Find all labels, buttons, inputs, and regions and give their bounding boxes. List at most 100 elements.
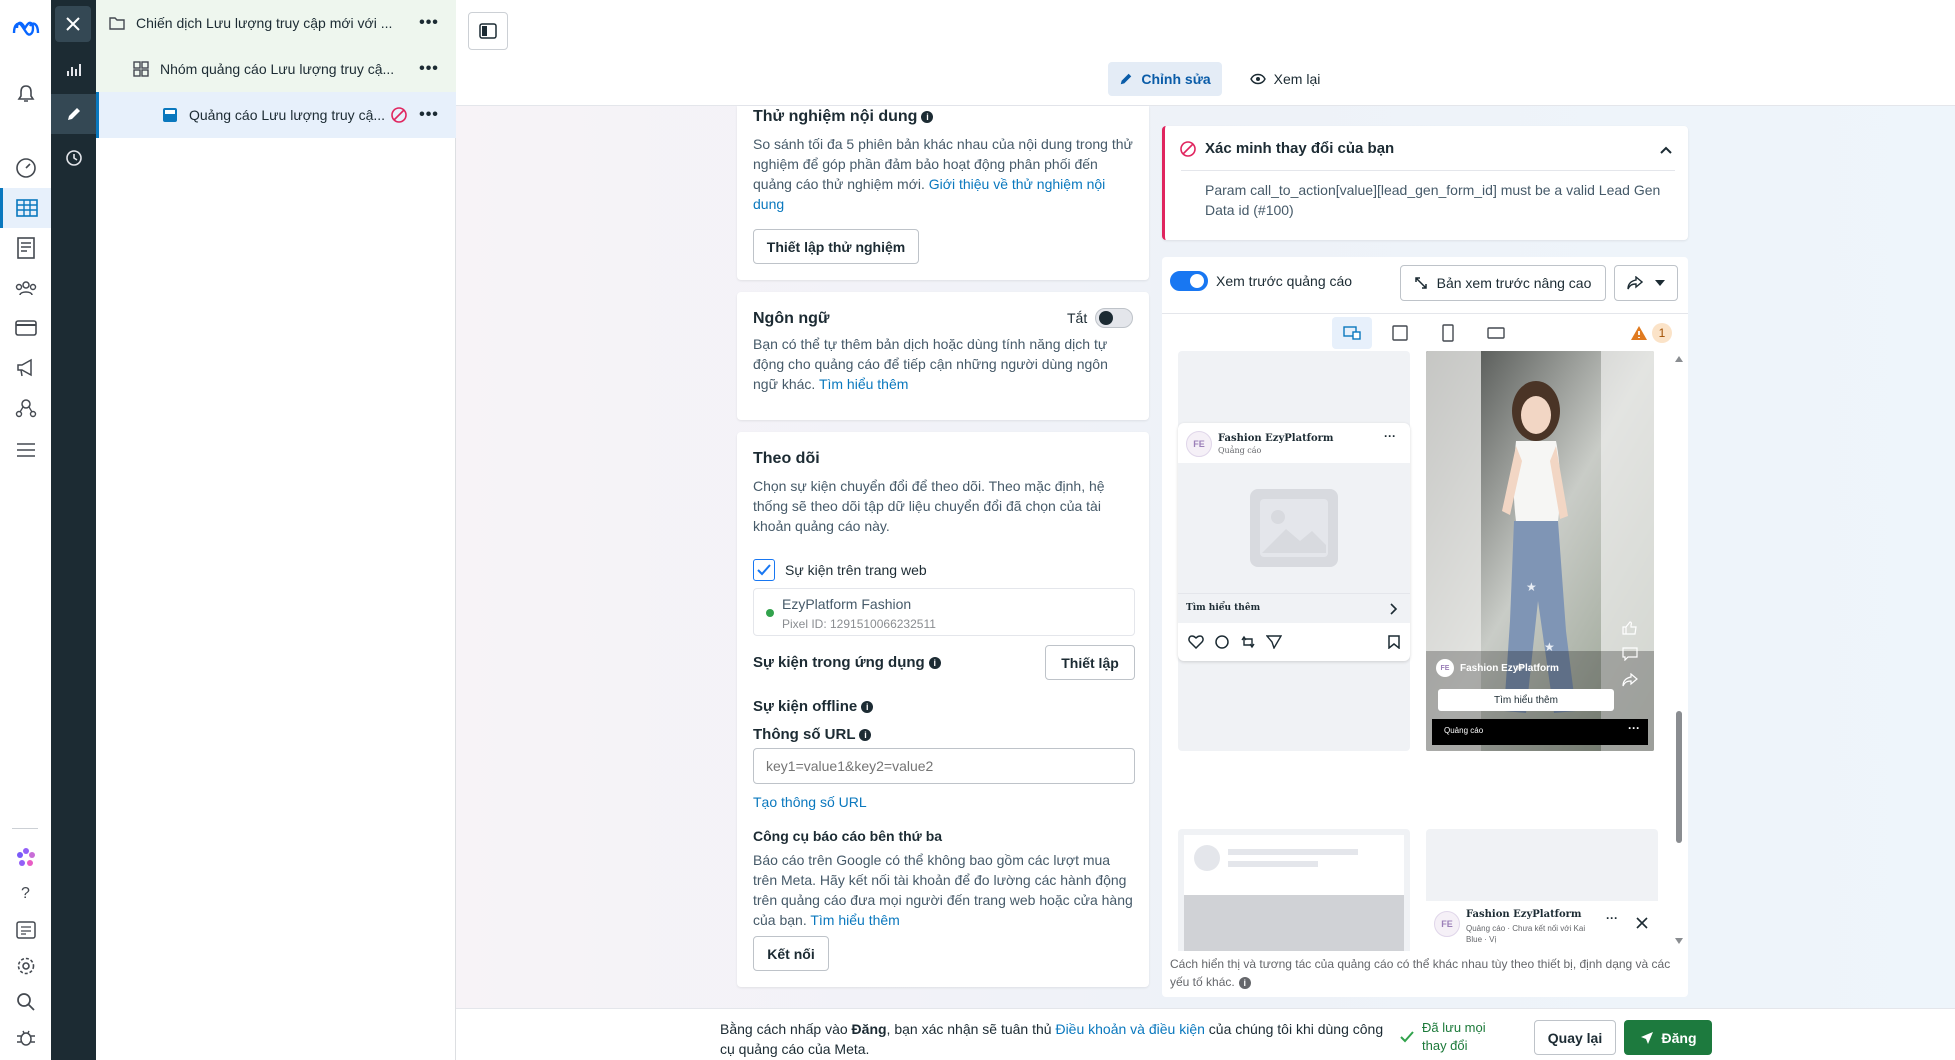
- publish-button[interactable]: Đăng: [1624, 1020, 1712, 1055]
- notifications-icon[interactable]: [0, 74, 51, 114]
- help-icon[interactable]: ?: [0, 874, 51, 914]
- tree-adset[interactable]: Nhóm quảng cáo Lưu lượng truy cậ... •••: [96, 46, 456, 92]
- adset-name: Nhóm quảng cáo Lưu lượng truy cậ...: [160, 61, 395, 77]
- language-toggle[interactable]: [1095, 308, 1133, 328]
- placement-landscape-icon[interactable]: [1476, 317, 1516, 349]
- tree-campaign[interactable]: Chiến dịch Lưu lượng truy cập mới với ..…: [96, 0, 456, 46]
- back-button[interactable]: Quay lại: [1534, 1020, 1616, 1055]
- share-dropdown-button[interactable]: [1614, 265, 1678, 301]
- placement-all-icon[interactable]: [1332, 317, 1372, 349]
- third-party-learn-more[interactable]: Tìm hiểu thêm: [810, 912, 899, 928]
- review-mode-button[interactable]: Xem lại: [1240, 62, 1330, 96]
- grid-icon: [132, 60, 150, 78]
- ad-name: Quảng cáo Lưu lượng truy cậ...: [189, 107, 386, 123]
- placement-feed-icon[interactable]: [1380, 317, 1420, 349]
- scrollbar-thumb[interactable]: [1676, 711, 1682, 843]
- language-card: Ngôn ngữ Tắt Bạn có thể tự thêm bản dịch…: [737, 292, 1149, 420]
- connect-button[interactable]: Kết nối: [753, 936, 829, 971]
- image-placeholder: [1178, 463, 1410, 593]
- placement-story-icon[interactable]: [1428, 317, 1468, 349]
- story-sponsored: Quảng cáo: [1444, 726, 1484, 735]
- language-learn-more-link[interactable]: Tìm hiểu thêm: [819, 376, 908, 392]
- cta-bar[interactable]: Tìm hiểu thêm: [1178, 593, 1410, 623]
- search-icon[interactable]: [0, 982, 51, 1022]
- tracking-title: Theo dõi: [753, 450, 820, 467]
- scroll-down-icon: [1675, 938, 1683, 944]
- settings-gear-icon[interactable]: [0, 946, 51, 986]
- campaigns-table-icon[interactable]: [0, 188, 51, 228]
- page-avatar: FE: [1186, 431, 1212, 457]
- more-options-icon[interactable]: ···: [1384, 429, 1396, 443]
- preview-toggle[interactable]: [1170, 271, 1208, 291]
- story-preview: ★ ★ ★ FE Fashion EzyPlatform Tìm hiểu th…: [1426, 351, 1654, 751]
- offline-events-title: Sự kiện offline i: [753, 698, 874, 715]
- feed-ad-card: FE Fashion EzyPlatform Quảng cáo ··· Tìm…: [1178, 423, 1410, 661]
- share-icon: [1627, 276, 1643, 290]
- business-settings-icon[interactable]: [0, 388, 51, 428]
- chevron-up-icon[interactable]: [1659, 145, 1673, 155]
- pixel-selector[interactable]: EzyPlatform Fashion Pixel ID: 1291510066…: [753, 588, 1135, 636]
- edit-pencil-icon[interactable]: [51, 94, 96, 134]
- divider: [12, 828, 38, 829]
- url-params-title: Thông số URL i: [753, 726, 872, 743]
- warning-count-badge: 1: [1652, 323, 1672, 343]
- preview-footnote: Cách hiển thị và tương tác của quảng cáo…: [1170, 957, 1671, 989]
- consent-text: Bằng cách nhấp vào Đăng, bạn xác nhận sẽ…: [720, 1021, 1384, 1057]
- tree-ad[interactable]: Quảng cáo Lưu lượng truy cậ... •••: [96, 92, 456, 138]
- comment-icon: [1622, 647, 1638, 661]
- meta-ai-icon[interactable]: [0, 838, 51, 878]
- meta-logo-icon[interactable]: [0, 8, 51, 48]
- feed-preview-bg: FE Fashion EzyPlatform Quảng cáo ··· Tìm…: [1178, 351, 1410, 751]
- more-options-icon[interactable]: ···: [1628, 721, 1640, 735]
- reels-avatar: FE: [1434, 911, 1460, 937]
- reels-ad-card: FE Fashion EzyPlatform Quảng cáo · Chưa …: [1426, 901, 1658, 951]
- chevron-right-icon: [1390, 603, 1398, 615]
- saved-status: Đã lưu mọi thay đổi: [1422, 1020, 1486, 1053]
- more-options-icon[interactable]: •••: [416, 106, 442, 124]
- megaphone-icon[interactable]: [0, 348, 51, 388]
- warning-icon[interactable]: [1630, 325, 1648, 341]
- edit-mode-button[interactable]: Chỉnh sửa: [1108, 62, 1222, 96]
- reels-sub: Quảng cáo · Chưa kết nối với Kai Blue · …: [1466, 924, 1586, 944]
- editor-rail: [51, 0, 96, 1060]
- build-url-link[interactable]: Tạo thông số URL: [753, 794, 867, 810]
- ad-preview-panel: Xem trước quảng cáo Bản xem trước nâng c…: [1162, 257, 1688, 997]
- info-icon: i: [859, 729, 872, 742]
- bottom-bar: Bằng cách nhấp vào Đăng, bạn xác nhận sẽ…: [456, 1008, 1955, 1060]
- close-icon[interactable]: [1636, 917, 1648, 929]
- setup-test-button[interactable]: Thiết lập thử nghiệm: [753, 229, 919, 264]
- preview-scrollbar[interactable]: [1674, 351, 1684, 951]
- reels-preview: FE Fashion EzyPlatform Quảng cáo · Chưa …: [1426, 829, 1658, 951]
- news-icon[interactable]: [0, 910, 51, 950]
- ad-icon: [161, 106, 179, 124]
- scroll-up-icon: [1675, 356, 1683, 362]
- close-icon[interactable]: [55, 6, 91, 42]
- more-options-icon[interactable]: •••: [416, 14, 442, 32]
- history-clock-icon[interactable]: [51, 138, 96, 178]
- error-title: Xác minh thay đổi của bạn: [1205, 140, 1395, 157]
- app-events-setup-button[interactable]: Thiết lập: [1045, 645, 1135, 680]
- cta-label: Tìm hiểu thêm: [1186, 603, 1261, 613]
- url-params-input[interactable]: [753, 748, 1135, 784]
- audiences-icon[interactable]: [0, 268, 51, 308]
- content-test-desc: So sánh tối đa 5 phiên bản khác nhau của…: [753, 136, 1133, 212]
- app-events-title: Sự kiện trong ứng dụng i: [753, 654, 941, 671]
- menu-icon[interactable]: [0, 430, 51, 470]
- chart-icon[interactable]: [51, 50, 96, 90]
- reports-icon[interactable]: [0, 228, 51, 268]
- bug-report-icon[interactable]: [0, 1018, 51, 1058]
- third-party-desc: Báo cáo trên Google có thể không bao gồm…: [753, 852, 1133, 928]
- dashboard-icon[interactable]: [0, 148, 51, 188]
- advanced-preview-button[interactable]: Bản xem trước nâng cao: [1400, 265, 1606, 301]
- more-options-icon[interactable]: •••: [416, 60, 442, 78]
- preview-scroll-area[interactable]: FE Fashion EzyPlatform Quảng cáo ··· Tìm…: [1162, 351, 1688, 951]
- story-cta-button[interactable]: Tìm hiểu thêm: [1438, 689, 1614, 711]
- content-test-title: Thử nghiệm nội dung i: [753, 108, 934, 126]
- terms-link[interactable]: Điều khoản và điều kiện: [1055, 1021, 1204, 1037]
- web-events-checkbox[interactable]: [753, 559, 775, 581]
- billing-icon[interactable]: [0, 308, 51, 348]
- tracking-desc: Chọn sự kiện chuyển đổi để theo dõi. The…: [753, 478, 1105, 534]
- toggle-panel-button[interactable]: [468, 12, 508, 50]
- error-message: Param call_to_action[value][lead_gen_for…: [1205, 182, 1661, 218]
- more-options-icon[interactable]: ···: [1606, 911, 1618, 925]
